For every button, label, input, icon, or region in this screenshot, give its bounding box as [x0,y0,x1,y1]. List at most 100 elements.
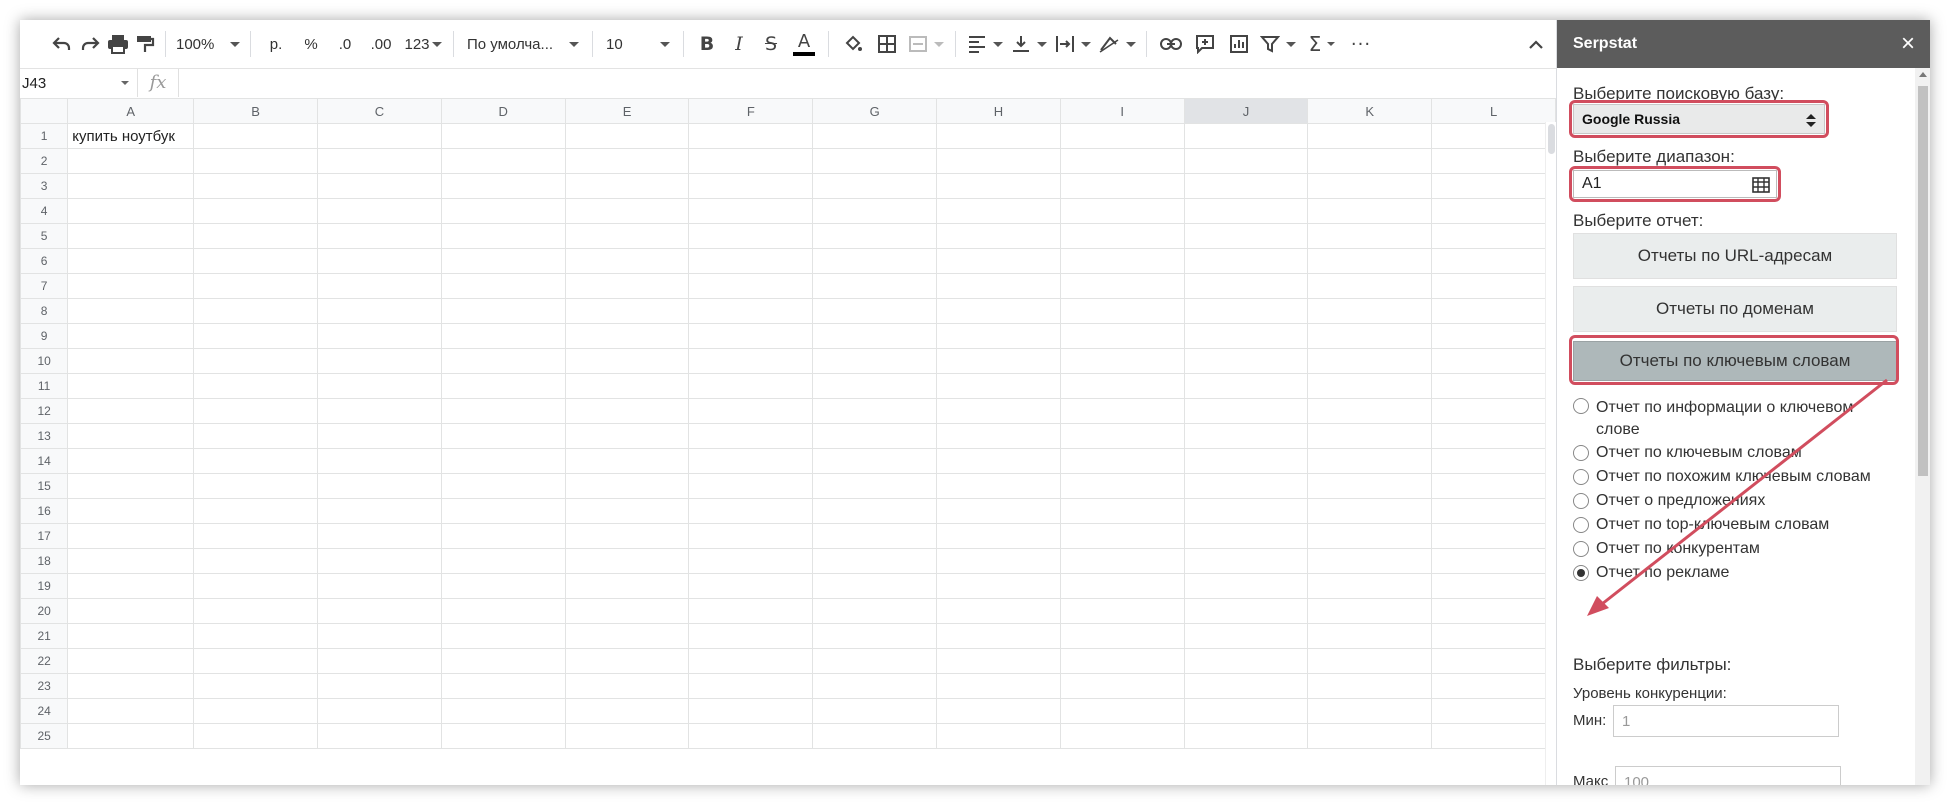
cell[interactable] [688,573,814,599]
cell[interactable] [193,348,319,374]
cell[interactable] [1431,323,1556,349]
min-input[interactable]: 1 [1613,705,1839,737]
cell[interactable] [812,348,938,374]
radio-keywords[interactable]: Отчет по ключевым словам [1573,444,1903,462]
cell[interactable] [1059,673,1185,699]
cell[interactable] [688,273,814,299]
row-header[interactable]: 3 [20,173,69,199]
cell[interactable] [1307,648,1433,674]
sidebar-scrollbar[interactable] [1915,68,1930,785]
cell[interactable] [1059,698,1185,724]
cell[interactable] [317,673,442,699]
cell[interactable] [564,173,690,199]
cell[interactable] [1059,423,1185,449]
cell[interactable] [1307,473,1433,499]
cell[interactable] [1059,573,1185,599]
text-rotation-icon[interactable] [1095,28,1139,60]
cell[interactable] [1059,723,1185,749]
cell[interactable] [317,298,442,324]
cell[interactable] [1431,173,1556,199]
cell[interactable] [440,448,566,474]
cell[interactable] [440,273,566,299]
cell[interactable] [1059,198,1185,224]
cell[interactable] [1431,648,1556,674]
row-header[interactable]: 21 [20,623,69,649]
radio-button[interactable] [1573,517,1589,533]
cell[interactable] [1059,448,1185,474]
column-header[interactable]: C [317,98,442,124]
cell[interactable] [1183,598,1309,624]
cell[interactable] [67,273,195,299]
cell[interactable] [688,223,814,249]
row-header[interactable]: 22 [20,648,69,674]
row-header[interactable]: 11 [20,373,69,399]
cell[interactable] [812,598,938,624]
cell[interactable] [67,723,195,749]
cell[interactable] [440,148,566,174]
cell[interactable] [1431,548,1556,574]
cell[interactable] [812,723,938,749]
cell[interactable] [936,148,1061,174]
cell[interactable] [193,398,319,424]
cell[interactable] [317,373,442,399]
radio-button-selected[interactable] [1573,565,1589,581]
cell[interactable] [193,223,319,249]
cell[interactable] [440,473,566,499]
cell[interactable] [1431,298,1556,324]
cell[interactable] [67,148,195,174]
cell[interactable] [67,373,195,399]
font-size-select[interactable]: 10 [600,28,676,60]
cell[interactable] [564,598,690,624]
cell[interactable] [564,548,690,574]
decrease-decimal-button[interactable]: .0 [328,28,362,60]
cell[interactable] [1183,423,1309,449]
cell[interactable] [936,698,1061,724]
cell[interactable] [1431,373,1556,399]
column-header[interactable]: J [1183,98,1309,124]
cell[interactable] [936,323,1061,349]
zoom-select[interactable]: 100% [173,28,243,60]
font-family-select[interactable]: По умолча... [461,28,585,60]
cell[interactable] [1183,173,1309,199]
cell[interactable] [812,648,938,674]
cell[interactable] [812,573,938,599]
merge-cells-icon[interactable] [904,28,948,60]
cell[interactable] [688,248,814,274]
cell[interactable] [1307,523,1433,549]
cell[interactable] [812,423,938,449]
max-input[interactable]: 100 [1615,766,1841,785]
cell[interactable] [812,323,938,349]
cell[interactable] [1183,348,1309,374]
cell[interactable] [812,448,938,474]
cell[interactable] [1183,623,1309,649]
cell[interactable] [1183,373,1309,399]
radio-button[interactable] [1573,398,1589,414]
cell[interactable] [688,173,814,199]
cell[interactable] [1059,498,1185,524]
cell[interactable] [1307,448,1433,474]
cell[interactable] [1307,323,1433,349]
close-icon[interactable]: × [1901,32,1915,56]
cell[interactable] [1059,648,1185,674]
cell[interactable] [812,523,938,549]
cell[interactable] [67,648,195,674]
cell[interactable] [67,473,195,499]
cell[interactable] [1183,698,1309,724]
cell[interactable] [564,198,690,224]
cell[interactable] [67,398,195,424]
cell[interactable] [317,548,442,574]
cell[interactable] [317,448,442,474]
cell[interactable] [1307,623,1433,649]
cell[interactable] [67,423,195,449]
cell[interactable] [688,648,814,674]
cell[interactable] [440,398,566,424]
cell[interactable] [1307,673,1433,699]
cell[interactable] [564,323,690,349]
cell[interactable] [440,648,566,674]
cell[interactable] [317,223,442,249]
cell[interactable] [317,573,442,599]
radio-suggestions[interactable]: Отчет о предложениях [1573,492,1903,510]
cell[interactable] [1307,573,1433,599]
cell[interactable] [564,523,690,549]
cell[interactable] [193,523,319,549]
